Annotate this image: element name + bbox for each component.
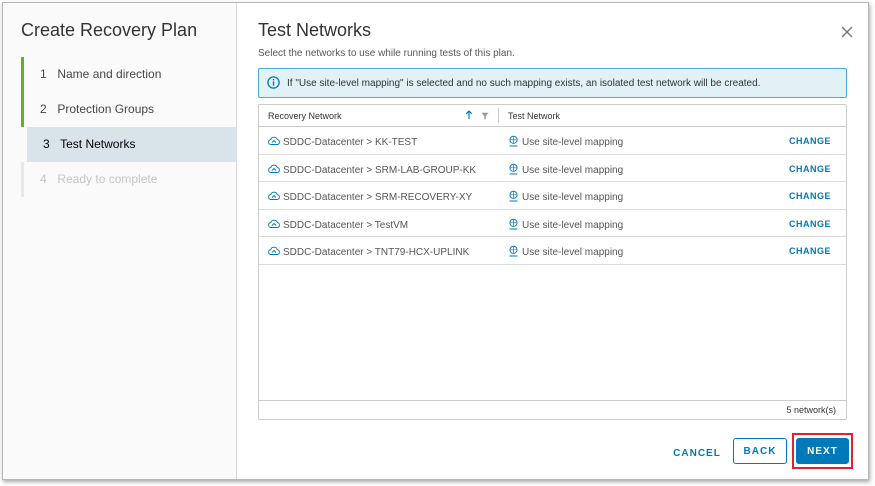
back-button[interactable]: BACK: [733, 438, 787, 464]
info-text: If "Use site-level mapping" is selected …: [287, 78, 761, 89]
table-row[interactable]: SDDC-Datacenter > TNT79-HCX-UPLINK Use s…: [259, 237, 846, 265]
table-row[interactable]: SDDC-Datacenter > TestVM Use site-level …: [259, 210, 846, 237]
network-icon: [268, 164, 280, 173]
wizard-steps: 1 Name and direction 2 Protection Groups…: [21, 57, 237, 197]
test-network-cell: Use site-level mapping: [508, 163, 623, 176]
column-header-test-network[interactable]: Test Network: [508, 111, 560, 121]
step-number: 4: [40, 172, 47, 186]
sort-ascending-icon[interactable]: [465, 110, 473, 120]
column-header-recovery-network[interactable]: Recovery Network: [268, 111, 342, 121]
test-network-value: Use site-level mapping: [522, 247, 624, 258]
change-button[interactable]: CHANGE: [789, 191, 831, 201]
page-title: Test Networks: [258, 20, 372, 40]
page-subtitle: Select the networks to use while running…: [258, 48, 515, 59]
step-number: 1: [40, 67, 47, 81]
info-icon: [267, 76, 280, 89]
test-network-value: Use site-level mapping: [522, 192, 624, 203]
recovery-network-name: SDDC-Datacenter > TNT79-HCX-UPLINK: [283, 247, 470, 258]
test-network-value: Use site-level mapping: [522, 164, 624, 176]
change-button[interactable]: CHANGE: [789, 246, 831, 256]
step-protection-groups[interactable]: 2 Protection Groups: [21, 92, 237, 127]
recovery-network-cell: SDDC-Datacenter > SRM-RECOVERY-XY: [268, 190, 472, 203]
step-number: 3: [43, 137, 50, 151]
site-mapping-icon: [509, 190, 518, 202]
next-button[interactable]: NEXT: [796, 438, 849, 464]
test-network-cell: Use site-level mapping: [508, 245, 623, 258]
table-row[interactable]: SDDC-Datacenter > SRM-RECOVERY-XY Use si…: [259, 182, 846, 210]
recovery-network-name: SDDC-Datacenter > TestVM: [283, 219, 409, 231]
site-mapping-icon: [509, 245, 518, 257]
recovery-network-cell: SDDC-Datacenter > TestVM: [268, 218, 408, 231]
step-label: Ready to complete: [57, 172, 158, 186]
recovery-network-name: SDDC-Datacenter > SRM-LAB-GROUP-KK: [283, 164, 477, 176]
recovery-network-cell: SDDC-Datacenter > KK-TEST: [268, 135, 417, 148]
step-label: Protection Groups: [57, 102, 155, 116]
change-button[interactable]: CHANGE: [789, 164, 831, 174]
info-alert: If "Use site-level mapping" is selected …: [258, 68, 847, 98]
network-icon: [268, 136, 280, 145]
wizard-title: Create Recovery Plan: [21, 20, 198, 40]
step-ready-to-complete: 4 Ready to complete: [21, 162, 237, 197]
step-number: 2: [40, 102, 47, 116]
test-network-value: Use site-level mapping: [522, 219, 624, 231]
network-icon: [268, 219, 280, 228]
test-network-cell: Use site-level mapping: [508, 135, 623, 148]
test-network-cell: Use site-level mapping: [508, 218, 623, 231]
table-row[interactable]: SDDC-Datacenter > KK-TEST Use site-level…: [259, 127, 846, 155]
column-separator[interactable]: [498, 108, 499, 123]
networks-grid: Recovery Network Test Network SDDC-Datac…: [258, 104, 847, 420]
grid-header: Recovery Network Test Network: [259, 105, 846, 127]
filter-icon[interactable]: [481, 112, 489, 120]
step-label: Test Networks: [60, 137, 136, 151]
cancel-button[interactable]: CANCEL: [666, 441, 728, 467]
test-network-value: Use site-level mapping: [522, 137, 624, 148]
network-icon: [268, 191, 280, 200]
table-row[interactable]: SDDC-Datacenter > SRM-LAB-GROUP-KK Use s…: [259, 155, 846, 182]
network-count: 5 network(s): [786, 405, 836, 415]
network-icon: [268, 246, 280, 255]
recovery-network-cell: SDDC-Datacenter > TNT79-HCX-UPLINK: [268, 245, 469, 258]
step-test-networks[interactable]: 3 Test Networks: [27, 127, 237, 162]
change-button[interactable]: CHANGE: [789, 136, 831, 146]
test-network-cell: Use site-level mapping: [508, 190, 623, 203]
recovery-network-name: SDDC-Datacenter > SRM-RECOVERY-XY: [283, 192, 473, 203]
wizard-sidebar: Create Recovery Plan 1 Name and directio…: [3, 3, 237, 479]
close-icon[interactable]: [839, 24, 855, 40]
recovery-network-cell: SDDC-Datacenter > SRM-LAB-GROUP-KK: [268, 163, 476, 176]
recovery-network-name: SDDC-Datacenter > KK-TEST: [283, 137, 418, 148]
grid-footer: 5 network(s): [259, 400, 846, 419]
site-mapping-icon: [509, 218, 518, 229]
create-recovery-plan-dialog: Create Recovery Plan 1 Name and directio…: [2, 2, 869, 480]
change-button[interactable]: CHANGE: [789, 219, 831, 229]
site-mapping-icon: [509, 163, 518, 174]
site-mapping-icon: [509, 135, 518, 147]
step-name-and-direction[interactable]: 1 Name and direction: [21, 57, 237, 92]
step-label: Name and direction: [57, 67, 162, 81]
